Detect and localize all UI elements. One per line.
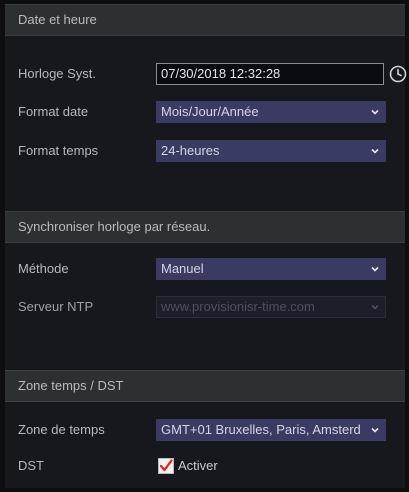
chevron-down-icon <box>371 266 379 272</box>
section-header-zone: Zone temps / DST <box>5 370 405 402</box>
date-format-label: Format date <box>18 104 89 119</box>
method-value: Manuel <box>161 261 204 276</box>
section-title: Zone temps / DST <box>18 378 124 393</box>
time-format-select[interactable]: 24-heures <box>156 140 386 162</box>
timezone-select[interactable]: GMT+01 Bruxelles, Paris, Amsterd <box>156 419 386 441</box>
date-format-select[interactable]: Mois/Jour/Année <box>156 101 386 123</box>
dst-checkbox-label[interactable]: Activer <box>178 455 218 477</box>
time-format-label: Format temps <box>18 143 99 158</box>
section-header-datetime: Date et heure <box>5 4 405 36</box>
chevron-down-icon <box>371 109 379 115</box>
system-clock-label: Horloge Syst. <box>18 66 97 81</box>
chevron-down-icon <box>371 426 379 434</box>
chevron-down-icon <box>371 304 379 310</box>
ntp-server-value: www.provisionisr-time.com <box>161 299 315 314</box>
method-select[interactable]: Manuel <box>156 258 386 280</box>
method-label: Méthode <box>18 261 69 276</box>
section-title: Synchroniser horloge par réseau. <box>18 219 211 234</box>
section-title: Date et heure <box>18 12 97 27</box>
date-format-value: Mois/Jour/Année <box>161 104 259 119</box>
check-icon <box>159 459 173 472</box>
clock-icon[interactable] <box>389 65 407 83</box>
time-format-value: 24-heures <box>161 143 220 158</box>
timezone-value: GMT+01 Bruxelles, Paris, Amsterd <box>161 422 361 437</box>
chevron-down-icon <box>371 148 379 154</box>
dst-label: DST <box>18 458 44 473</box>
ntp-server-select: www.provisionisr-time.com <box>156 296 386 318</box>
dst-checkbox[interactable] <box>158 458 174 474</box>
section-header-sync: Synchroniser horloge par réseau. <box>5 211 405 243</box>
system-clock-input[interactable]: 07/30/2018 12:32:28 <box>156 63 384 85</box>
ntp-server-label: Serveur NTP <box>18 299 94 314</box>
timezone-label: Zone de temps <box>18 422 105 437</box>
